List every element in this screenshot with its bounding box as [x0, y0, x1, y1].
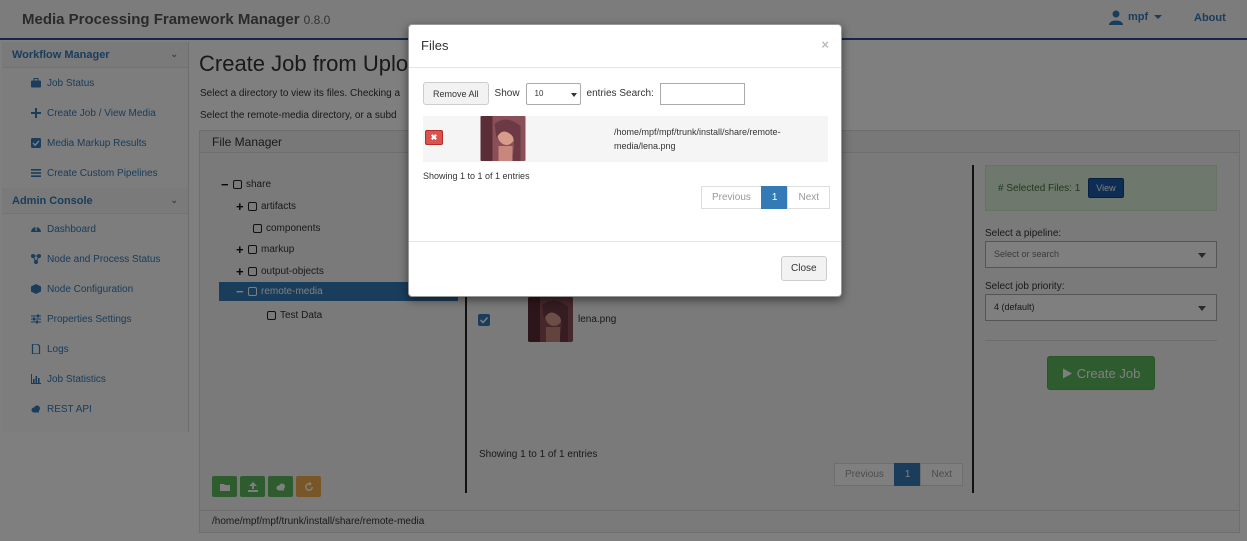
- search-input[interactable]: [659, 82, 745, 105]
- close-button[interactable]: Close: [781, 256, 827, 281]
- remove-all-button[interactable]: Remove All: [423, 82, 489, 105]
- show-label: Show: [494, 88, 520, 99]
- entries-value: 10: [534, 88, 544, 98]
- modal-pagination: Previous 1 Next: [701, 186, 831, 209]
- next-button[interactable]: Next: [787, 186, 831, 209]
- entries-per-page-select[interactable]: 10: [525, 82, 581, 105]
- page-1-button[interactable]: 1: [760, 186, 789, 209]
- previous-button[interactable]: Previous: [701, 186, 762, 209]
- table-info: Showing 1 to 1 of 1 entries: [423, 171, 530, 181]
- media-thumbnail[interactable]: [480, 116, 526, 161]
- chevron-down-icon: [570, 92, 577, 97]
- modal-header: Files ×: [409, 25, 841, 68]
- modal-footer: Close: [409, 242, 841, 296]
- modal-body: Remove All Show 10 entries Search: ✖ /ho…: [409, 68, 841, 242]
- modal-title: Files: [421, 38, 449, 53]
- table-controls: Remove All Show 10 entries Search:: [423, 82, 745, 105]
- file-path: /home/mpf/mpf/trunk/install/share/remote…: [614, 127, 781, 151]
- entries-search-label: entries Search:: [586, 88, 654, 99]
- close-icon[interactable]: ×: [821, 37, 829, 52]
- table-row: ✖ /home/mpf/mpf/trunk/install/share/remo…: [423, 116, 828, 162]
- files-modal: Files × Remove All Show 10 entries Searc…: [408, 24, 842, 297]
- remove-file-button[interactable]: ✖: [425, 130, 443, 145]
